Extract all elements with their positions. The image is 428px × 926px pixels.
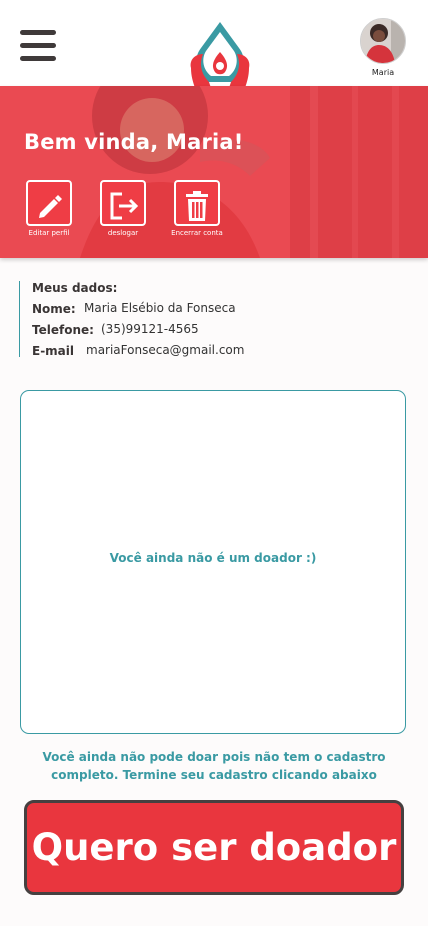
blood-drop-logo-icon[interactable] xyxy=(181,18,259,88)
profile-name: Maria xyxy=(371,68,395,77)
profile-menu[interactable]: Maria xyxy=(358,18,408,80)
hamburger-menu-icon[interactable] xyxy=(20,28,56,64)
become-donor-button[interactable]: Quero ser doador xyxy=(24,800,404,895)
pencil-icon xyxy=(39,195,62,218)
close-account-action: Encerrar conta xyxy=(162,180,232,237)
name-label: Nome: xyxy=(32,302,76,316)
notice-line-1: Você ainda não pode doar pois não tem o … xyxy=(42,750,386,764)
welcome-title: Bem vinda, Maria! xyxy=(24,130,244,154)
user-data-section: Meus dados: Nome: Maria Elsébio da Fonse… xyxy=(19,281,399,358)
email-value: mariaFonseca@gmail.com xyxy=(86,343,245,357)
phone-row: Telefone: (35)99121-4565 xyxy=(32,316,399,337)
logout-label: deslogar xyxy=(107,229,139,237)
email-label: E-mail xyxy=(32,344,75,358)
logout-action: deslogar xyxy=(88,180,158,237)
close-account-label: Encerrar conta xyxy=(171,229,223,237)
avatar[interactable] xyxy=(360,18,406,64)
top-bar: Maria xyxy=(0,0,428,88)
registration-notice: Você ainda não pode doar pois não tem o … xyxy=(24,748,404,784)
donor-status-box: Você ainda não é um doador :) xyxy=(20,390,406,734)
donor-status-message: Você ainda não é um doador :) xyxy=(109,551,317,565)
name-value: Maria Elsébio da Fonseca xyxy=(84,301,236,315)
email-row: E-mail mariaFonseca@gmail.com xyxy=(32,337,399,358)
edit-profile-action: Editar perfil xyxy=(14,180,84,237)
user-data-heading: Meus dados: xyxy=(32,281,118,295)
logout-button[interactable] xyxy=(100,180,146,226)
profile-page: Maria Bem vinda, Maria! Editar perfil de… xyxy=(0,0,428,926)
trash-icon xyxy=(186,191,208,221)
welcome-banner: Bem vinda, Maria! Editar perfil deslogar xyxy=(0,86,428,258)
logout-icon xyxy=(110,192,139,220)
edit-profile-label: Editar perfil xyxy=(28,229,70,237)
phone-label: Telefone: xyxy=(32,323,94,337)
notice-line-2: completo. Termine seu cadastro clicando … xyxy=(51,768,377,782)
edit-profile-button[interactable] xyxy=(26,180,72,226)
close-account-button[interactable] xyxy=(174,180,220,226)
phone-value: (35)99121-4565 xyxy=(101,322,199,336)
name-row: Nome: Maria Elsébio da Fonseca xyxy=(32,295,399,316)
